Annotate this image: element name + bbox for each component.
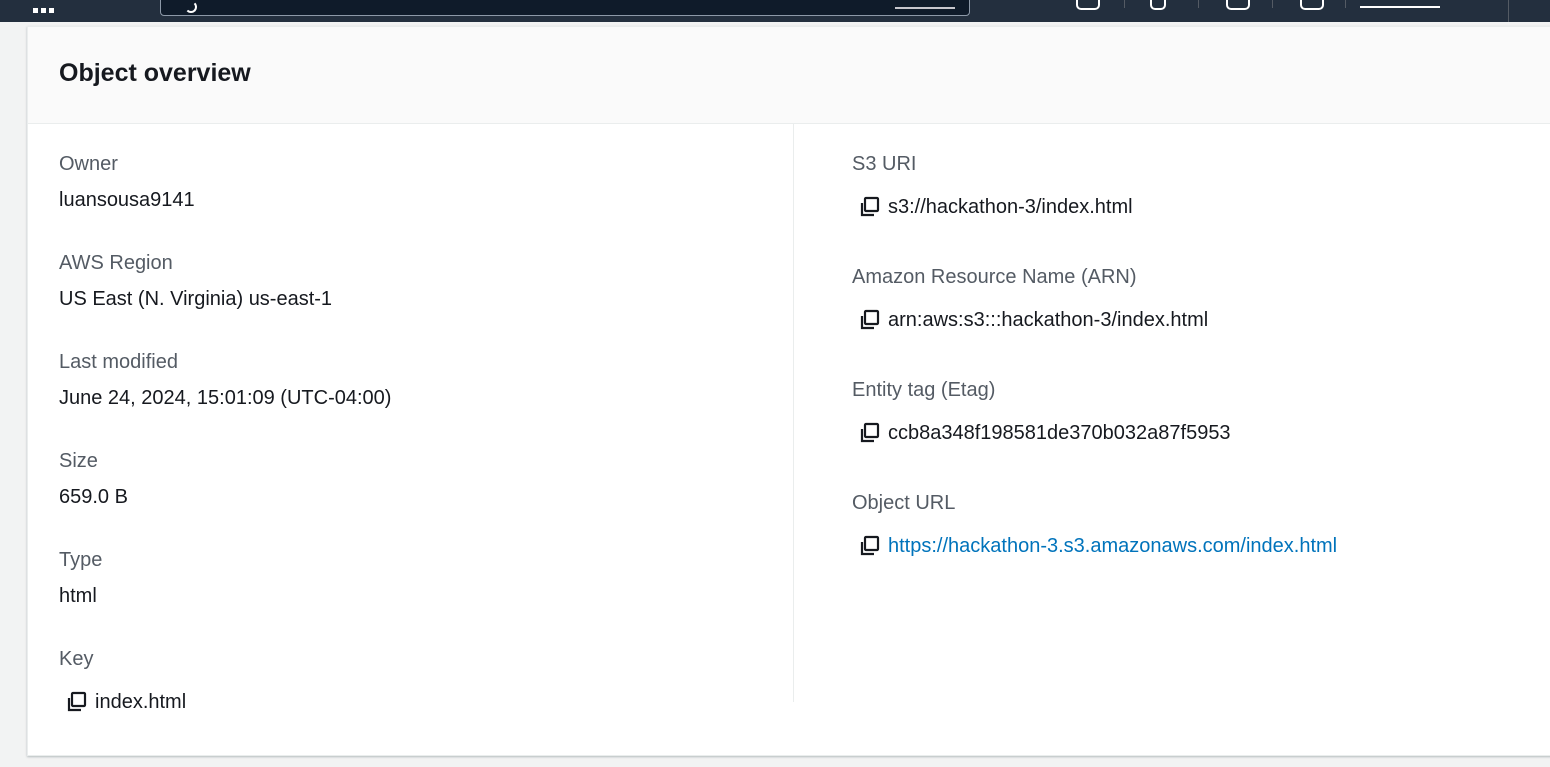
etag-copy-row: ccb8a348f198581de370b032a87f5953 bbox=[859, 420, 1231, 446]
etag-label: Entity tag (Etag) bbox=[852, 379, 996, 401]
region-label: AWS Region bbox=[59, 252, 173, 274]
type-label: Type bbox=[59, 549, 103, 571]
arn-label: Amazon Resource Name (ARN) bbox=[852, 266, 1137, 288]
account-menu[interactable] bbox=[1360, 0, 1440, 8]
last-modified-label: Last modified bbox=[59, 351, 178, 373]
region-value: US East (N. Virginia) us-east-1 bbox=[59, 288, 333, 310]
owner-value: luansousa9141 bbox=[59, 189, 195, 211]
size-label: Size bbox=[59, 450, 98, 472]
arn-value: arn:aws:s3:::hackathon-3/index.html bbox=[888, 309, 1209, 331]
copy-icon[interactable] bbox=[859, 309, 881, 331]
copy-icon[interactable] bbox=[66, 691, 88, 713]
search-shortcut-hint bbox=[895, 1, 955, 9]
top-navigation-bar bbox=[0, 0, 1550, 22]
cloudshell-icon[interactable] bbox=[1076, 0, 1100, 10]
search-icon bbox=[185, 1, 197, 13]
size-value: 659.0 B bbox=[59, 486, 128, 508]
search-input[interactable] bbox=[160, 0, 970, 16]
column-divider bbox=[793, 124, 794, 702]
help-icon[interactable] bbox=[1226, 0, 1250, 10]
object-url-link[interactable]: https://hackathon-3.s3.amazonaws.com/ind… bbox=[888, 533, 1337, 559]
left-gutter bbox=[0, 22, 27, 767]
panel-title: Object overview bbox=[59, 59, 251, 87]
owner-label: Owner bbox=[59, 153, 118, 175]
nav-divider bbox=[1124, 0, 1125, 8]
copy-icon[interactable] bbox=[859, 196, 881, 218]
nav-divider bbox=[1345, 0, 1346, 8]
s3-uri-copy-row: s3://hackathon-3/index.html bbox=[859, 194, 1133, 220]
s3-uri-value: s3://hackathon-3/index.html bbox=[888, 196, 1133, 218]
object-url-copy-row: https://hackathon-3.s3.amazonaws.com/ind… bbox=[859, 533, 1337, 559]
settings-icon[interactable] bbox=[1300, 0, 1324, 10]
object-url-label: Object URL bbox=[852, 492, 956, 514]
s3-uri-label: S3 URI bbox=[852, 153, 917, 175]
etag-value: ccb8a348f198581de370b032a87f5953 bbox=[888, 422, 1231, 444]
apps-grid-icon[interactable] bbox=[33, 0, 59, 13]
copy-icon[interactable] bbox=[859, 535, 881, 557]
key-copy-row: index.html bbox=[66, 689, 186, 715]
copy-icon[interactable] bbox=[859, 422, 881, 444]
nav-divider bbox=[1198, 0, 1199, 8]
key-value: index.html bbox=[95, 691, 187, 713]
nav-divider bbox=[1508, 0, 1509, 22]
type-value: html bbox=[59, 585, 97, 607]
panel-header: Object overview bbox=[28, 27, 1550, 124]
key-label: Key bbox=[59, 648, 94, 670]
last-modified-value: June 24, 2024, 15:01:09 (UTC-04:00) bbox=[59, 387, 392, 409]
nav-divider bbox=[1272, 0, 1273, 8]
arn-copy-row: arn:aws:s3:::hackathon-3/index.html bbox=[859, 307, 1208, 333]
notifications-icon[interactable] bbox=[1150, 0, 1166, 10]
